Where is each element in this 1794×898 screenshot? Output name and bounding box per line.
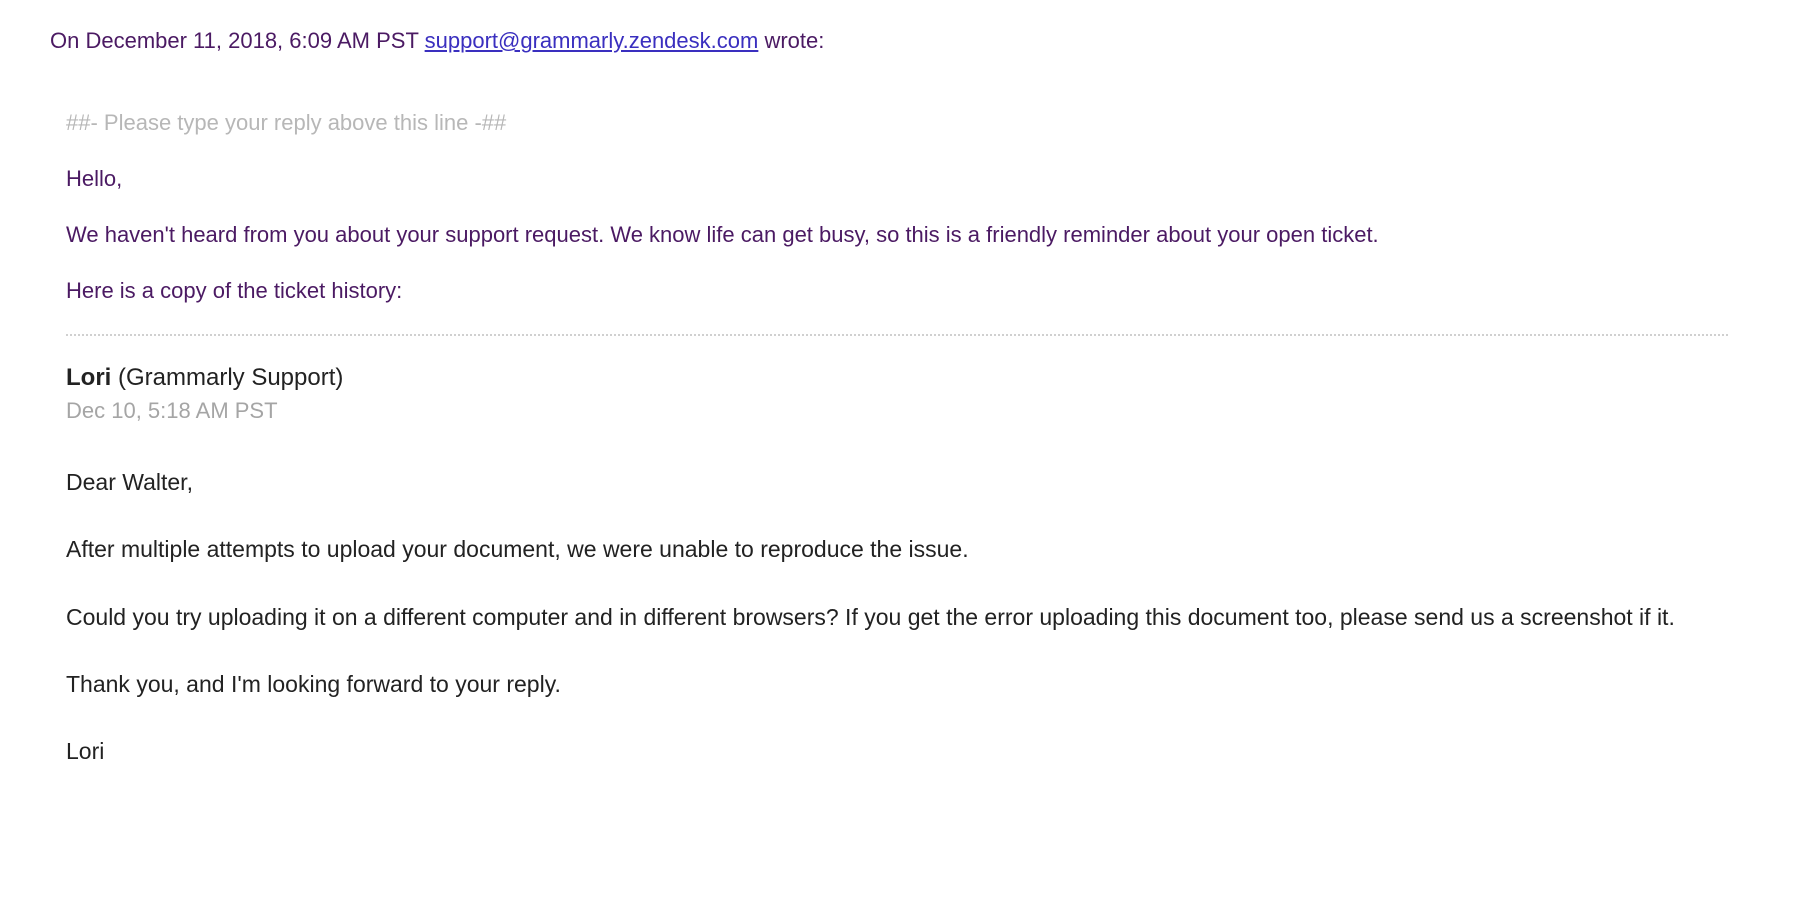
agent-org: (Grammarly Support)	[111, 364, 343, 391]
quote-header-prefix: On December 11, 2018, 6:09 AM PST	[50, 28, 425, 53]
ticket-paragraph: Could you try uploading it on a differen…	[66, 601, 1744, 634]
ticket-body: Dear Walter, After multiple attempts to …	[66, 466, 1744, 769]
intro-history-label: Here is a copy of the ticket history:	[66, 278, 1744, 304]
quote-header: On December 11, 2018, 6:09 AM PST suppor…	[50, 28, 1744, 54]
agent-name: Lori	[66, 364, 111, 391]
reply-marker: ##- Please type your reply above this li…	[66, 110, 1744, 136]
quote-header-suffix: wrote:	[758, 28, 824, 53]
intro-greeting: Hello,	[66, 166, 1744, 192]
agent-timestamp: Dec 10, 5:18 AM PST	[66, 398, 1744, 424]
section-divider	[66, 334, 1728, 336]
ticket-signature: Lori	[66, 735, 1744, 768]
ticket-paragraph: After multiple attempts to upload your d…	[66, 533, 1744, 566]
email-document: On December 11, 2018, 6:09 AM PST suppor…	[0, 0, 1794, 809]
intro-section: Hello, We haven't heard from you about y…	[66, 166, 1744, 304]
intro-reminder: We haven't heard from you about your sup…	[66, 222, 1744, 248]
sender-email-link[interactable]: support@grammarly.zendesk.com	[425, 28, 759, 53]
ticket-history: Lori (Grammarly Support) Dec 10, 5:18 AM…	[66, 364, 1744, 769]
agent-line: Lori (Grammarly Support)	[66, 364, 1744, 392]
ticket-salutation: Dear Walter,	[66, 466, 1744, 499]
ticket-paragraph: Thank you, and I'm looking forward to yo…	[66, 668, 1744, 701]
